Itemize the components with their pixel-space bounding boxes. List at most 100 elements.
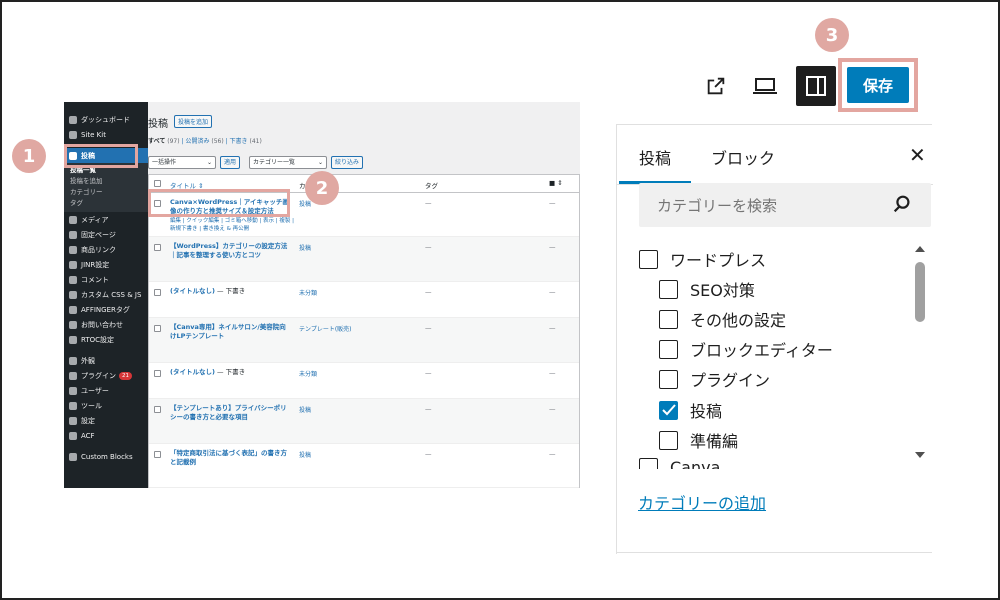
wp-menu-rtoc[interactable]: RTOC設定 [64, 332, 148, 347]
panel-tabs: 投稿 ブロック ✕ [617, 125, 933, 185]
wp-submenu-tags[interactable]: タグ [64, 198, 148, 209]
page-icon [69, 230, 77, 239]
update-count-badge: 21 [119, 371, 132, 380]
grid-icon [69, 431, 77, 440]
tab-post[interactable]: 投稿 [639, 145, 671, 169]
highlight-posts-menu [64, 144, 138, 168]
row-actions[interactable]: 編集 | クイック編集 | ゴミ箱へ移動 | 表示 | 複製 | 新規下書き |… [170, 217, 295, 233]
wp-submenu-categories[interactable]: カテゴリー [64, 187, 148, 198]
apply-button[interactable]: 適用 [220, 156, 241, 169]
wp-menu-sitekit[interactable]: Site Kit [64, 127, 148, 142]
post-category[interactable]: 投稿 [299, 450, 311, 459]
category-item-seo[interactable]: SEO対策 [659, 277, 755, 301]
category-checkbox[interactable] [659, 279, 678, 299]
row-checkbox[interactable] [154, 370, 161, 377]
wp-menu-affinger-tags[interactable]: AFFINGERタグ [64, 302, 148, 317]
row-checkbox[interactable] [154, 325, 161, 332]
scroll-down-arrow-icon[interactable] [915, 452, 925, 458]
category-checkbox[interactable] [659, 369, 678, 389]
row-checkbox[interactable] [154, 451, 161, 458]
category-item-canva[interactable]: Canva [639, 458, 720, 469]
row-checkbox[interactable] [154, 244, 161, 251]
wp-menu-dashboard[interactable]: ダッシュボード [64, 112, 148, 127]
category-checkbox-checked[interactable] [659, 400, 678, 420]
wp-menu-media[interactable]: メディア [64, 212, 148, 227]
category-item-posts[interactable]: 投稿 [659, 398, 722, 422]
sidebar-toggle-icon[interactable] [796, 66, 836, 106]
post-category[interactable]: 投稿 [299, 405, 311, 414]
wp-menu-custom-blocks[interactable]: Custom Blocks [64, 449, 148, 464]
wp-menu-appearance[interactable]: 外観 [64, 353, 148, 368]
category-checkbox[interactable] [659, 339, 678, 359]
post-category[interactable]: 投稿 [299, 243, 311, 252]
category-item-wordpress[interactable]: ワードプレス [639, 247, 766, 271]
post-title-link[interactable]: 「特定商取引法に基づく表記」の書き方と記載例 [170, 449, 292, 467]
category-checkbox[interactable] [639, 458, 658, 469]
category-list-scrollbar[interactable] [914, 246, 926, 460]
category-item-block-editor[interactable]: ブロックエディター [659, 337, 833, 361]
scrollbar-thumb[interactable] [915, 262, 925, 322]
post-title-link[interactable]: (タイトルなし) — 下書き [170, 368, 292, 377]
add-post-button[interactable]: 投稿を追加 [174, 115, 213, 128]
category-search-input[interactable]: カテゴリーを検索 [639, 183, 931, 227]
post-title-link[interactable]: 【WordPress】カテゴリーの設定方法｜記事を整理する使い方とコツ [170, 242, 292, 260]
category-item-other-settings[interactable]: その他の設定 [659, 307, 786, 331]
wp-menu-jinr[interactable]: JINR設定 [64, 257, 148, 272]
wp-menu-tools[interactable]: ツール [64, 398, 148, 413]
wp-menu-custom-css-js[interactable]: カスタム CSS & JS [64, 287, 148, 302]
filter-button[interactable]: 絞り込み [331, 156, 364, 169]
wp-submenu-add-post[interactable]: 投稿を追加 [64, 176, 148, 187]
post-title-link[interactable]: 【テンプレートあり】プライバシーポリシーの書き方と必要な項目 [170, 404, 292, 422]
category-filter-select[interactable]: カテゴリー一覧 ⌄ [249, 156, 327, 169]
post-tags: — [425, 324, 432, 332]
row-checkbox[interactable] [154, 406, 161, 413]
highlight-post-title [148, 189, 290, 217]
filter-all[interactable]: すべて [148, 138, 165, 145]
external-link-icon[interactable] [702, 72, 730, 100]
wp-menu-settings[interactable]: 設定 [64, 413, 148, 428]
table-row: 「特定商取引法に基づく表記」の書き方と記載例 投稿 — — [149, 444, 579, 488]
comments-icon[interactable]: ■ ⇕ [549, 179, 563, 187]
table-row: 【Canva専用】ネイルサロン/美容院向けLPテンプレート テンプレート(販売)… [149, 318, 579, 363]
category-checkbox[interactable] [659, 309, 678, 329]
row-checkbox[interactable] [154, 289, 161, 296]
wp-menu-comments[interactable]: コメント [64, 272, 148, 287]
post-tags: — [425, 288, 432, 296]
filter-draft[interactable]: 下書き [230, 138, 248, 145]
scroll-up-arrow-icon[interactable] [915, 246, 925, 252]
wp-menu-contact[interactable]: お問い合わせ [64, 317, 148, 332]
post-category[interactable]: 未分類 [299, 369, 317, 378]
post-category[interactable]: 未分類 [299, 288, 317, 297]
post-title-link[interactable]: (タイトルなし) — 下書き [170, 287, 292, 296]
category-checkbox[interactable] [639, 249, 658, 269]
laptop-icon[interactable] [750, 72, 780, 100]
category-checkbox[interactable] [659, 430, 678, 450]
category-item-preparation[interactable]: 準備編 [659, 428, 738, 452]
wp-menu-product-links[interactable]: 商品リンク [64, 242, 148, 257]
tab-block[interactable]: ブロック [711, 145, 775, 169]
dashboard-icon [69, 115, 77, 124]
close-icon[interactable]: ✕ [909, 143, 926, 167]
jinr-icon [69, 260, 77, 269]
post-category[interactable]: 投稿 [299, 199, 311, 208]
post-comments: — [549, 243, 556, 251]
panel-divider [616, 552, 932, 553]
select-all-checkbox[interactable] [154, 180, 161, 187]
wrench-icon [69, 401, 77, 410]
column-tags: タグ [425, 182, 438, 190]
post-category[interactable]: テンプレート(販売) [299, 324, 352, 333]
wp-menu-plugins[interactable]: プラグイン 21 [64, 368, 148, 383]
save-button[interactable]: 保存 [847, 67, 909, 103]
category-item-plugins[interactable]: プラグイン [659, 367, 770, 391]
pin-icon [69, 305, 77, 314]
post-tags: — [425, 243, 432, 251]
wp-menu-acf[interactable]: ACF [64, 428, 148, 443]
wp-menu-pages[interactable]: 固定ページ [64, 227, 148, 242]
filter-published[interactable]: 公開済み [185, 138, 209, 145]
post-title-link[interactable]: 【Canva専用】ネイルサロン/美容院向けLPテンプレート [170, 323, 292, 341]
add-category-link[interactable]: カテゴリーの追加 [638, 490, 766, 514]
wp-menu-users[interactable]: ユーザー [64, 383, 148, 398]
bulk-action-select[interactable]: 一括操作 ⌄ [148, 156, 216, 169]
step-3-badge: 3 [815, 18, 849, 52]
status-filters: すべて (97) | 公開済み (56) | 下書き (41) [148, 138, 262, 145]
